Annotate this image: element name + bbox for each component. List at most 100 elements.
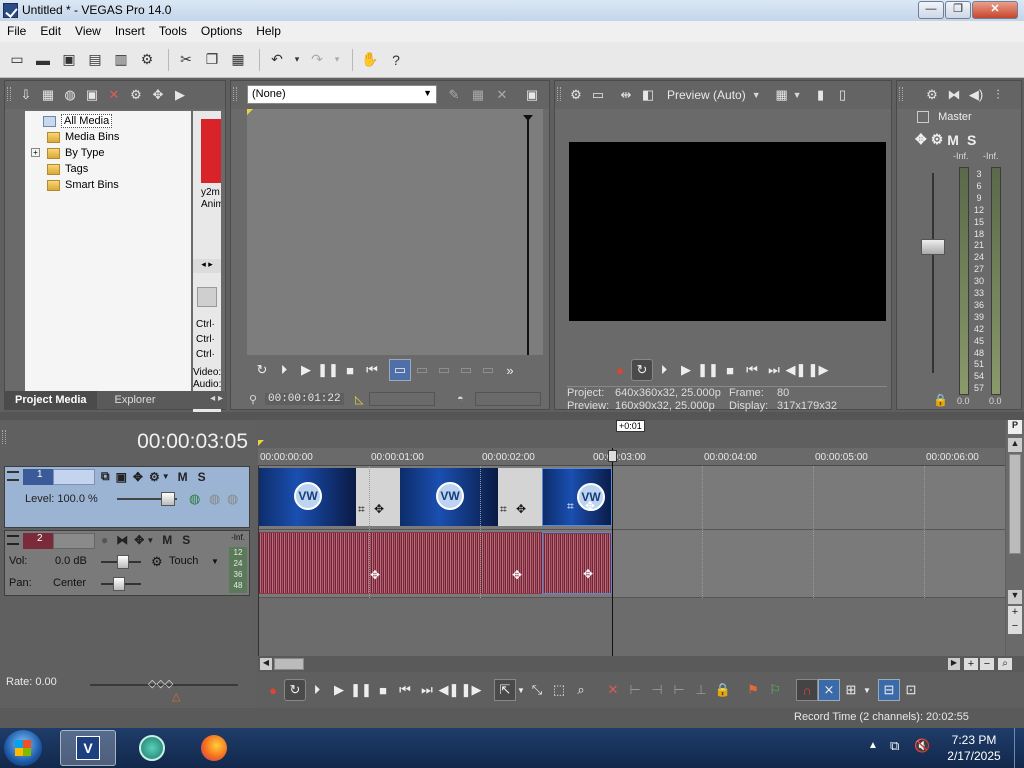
remove-media-icon[interactable]: ✕ [103, 87, 125, 103]
track-fx-icon[interactable]: ▣ [116, 470, 127, 484]
track-fx-icon[interactable]: ✥ [134, 533, 144, 547]
timeline[interactable]: 00:00:00:00 00:00:01:00 00:00:02:00 00:0… [258, 420, 1005, 656]
audio-clip[interactable]: ✥ [400, 532, 542, 594]
clip-fx-icon[interactable]: ✥ [585, 499, 595, 513]
next-frame-icon[interactable]: ❚▶ [460, 679, 482, 701]
menu-help[interactable]: Help [249, 21, 288, 42]
auto-crossfade-icon[interactable]: ⨯ [818, 679, 840, 701]
menu-file[interactable]: File [0, 21, 33, 42]
show-hidden-icons-icon[interactable]: ▲ [868, 740, 878, 751]
video-preview-display[interactable] [569, 142, 886, 321]
play-media-icon[interactable]: ▶ [169, 87, 191, 103]
preview-quality-dropdown[interactable]: Preview (Auto) [667, 88, 746, 102]
clip-fx-icon[interactable]: ✥ [583, 567, 593, 581]
track-collapse-icon[interactable] [7, 535, 19, 545]
scroll-up-icon[interactable]: ▲ [1008, 438, 1022, 452]
restore-button[interactable]: ❐ [945, 1, 971, 19]
crop-icon[interactable]: ⌗ [567, 499, 574, 514]
chevron-down-icon[interactable]: ▼ [793, 90, 802, 100]
zoom-out-horizontal-icon[interactable]: − [980, 658, 994, 670]
taskbar-vegas-pro[interactable]: V [60, 730, 116, 766]
rate-slider-handle[interactable]: ◇◇◇ [148, 677, 173, 690]
save-snapshot-icon[interactable]: ▯ [832, 87, 854, 103]
chevron-down-icon[interactable]: ▼ [516, 679, 526, 701]
trimmer-subclip-icon[interactable]: ▭ [477, 359, 499, 381]
paste-icon[interactable]: ▦ [227, 49, 249, 71]
close-button[interactable]: ✕ [972, 1, 1018, 19]
crop-icon[interactable]: ⌗ [500, 502, 507, 517]
clip-fx-icon[interactable]: ✥ [370, 568, 380, 582]
video-clip[interactable]: VW ⌗ ✥ [258, 468, 400, 526]
mixer-properties-gear-icon[interactable]: ⚙ [921, 87, 943, 103]
chevron-down-icon[interactable]: ▼ [862, 679, 872, 701]
start-button[interactable] [4, 730, 42, 766]
track-collapse-icon[interactable] [7, 471, 19, 481]
loop-playback-icon[interactable]: ↻ [284, 679, 306, 701]
whats-this-help-icon[interactable]: ? [385, 49, 407, 71]
tree-item-all-media[interactable]: All Media [43, 113, 113, 129]
loop-playback-icon[interactable]: ↻ [251, 359, 273, 381]
pane-grip[interactable] [7, 87, 11, 101]
copy-icon[interactable]: ❐ [201, 49, 223, 71]
network-icon[interactable]: ⧉ [890, 738, 899, 754]
insert-bus-icon[interactable]: ⫶ [987, 87, 1009, 103]
downmix-icon[interactable]: ⧓ [943, 87, 965, 103]
chevron-down-icon[interactable]: ▼ [146, 536, 154, 545]
menu-insert[interactable]: Insert [108, 21, 152, 42]
master-mute-button[interactable]: M [947, 132, 959, 148]
pause-icon[interactable]: ❚❚ [697, 359, 719, 381]
audio-mute-button[interactable]: M [162, 533, 172, 547]
undo-icon[interactable]: ↶ [266, 49, 288, 71]
more-chevron-icon[interactable]: » [499, 359, 521, 381]
get-media-web-icon[interactable]: ◍ [59, 87, 81, 103]
fx-bypass-icon[interactable]: ◧ [637, 87, 659, 103]
taskbar-firefox[interactable] [186, 730, 242, 766]
play-from-start-icon[interactable]: ⏵ [273, 359, 295, 381]
chevron-down-icon[interactable]: ▼ [752, 90, 761, 100]
pane-grip[interactable] [2, 430, 6, 444]
tree-item-tags[interactable]: Tags [47, 161, 88, 177]
trimmer-add-3-icon[interactable]: ▭ [455, 359, 477, 381]
import-media-icon[interactable]: ⇩ [15, 87, 37, 103]
tab-explorer[interactable]: Explorer [105, 391, 166, 409]
timeline-ruler[interactable]: 00:00:00:00 00:00:01:00 00:00:02:00 00:0… [258, 448, 1005, 466]
pane-grip[interactable] [557, 87, 561, 101]
record-icon[interactable]: ● [609, 359, 631, 381]
pane-grip[interactable] [233, 87, 237, 101]
zoom-tool-icon[interactable]: ⌕ [998, 658, 1012, 670]
pane-splitter[interactable] [0, 412, 1024, 420]
video-clip-selected[interactable]: VW ⌗ ✥ [542, 468, 612, 526]
invert-phase-icon[interactable]: ⧓ [116, 533, 128, 547]
lock-envelopes-icon[interactable]: 🔒 [712, 679, 734, 701]
audio-clip[interactable]: ✥ [258, 532, 400, 594]
record-icon[interactable]: ● [262, 679, 284, 701]
render-icon[interactable]: ▥ [110, 49, 132, 71]
crop-icon[interactable]: ⌗ [358, 502, 365, 517]
play-icon[interactable]: ▶ [675, 359, 697, 381]
save-as-icon[interactable]: ▤ [84, 49, 106, 71]
master-gear-icon[interactable]: ⚙ [931, 131, 944, 148]
vertical-scroll-thumb[interactable] [1009, 454, 1021, 554]
master-fx-icon[interactable]: ✥ [915, 131, 927, 148]
trimmer-mode-icon[interactable]: ▭ [389, 359, 411, 381]
timeline-horizontal-scrollbar[interactable]: ◀ ▶ + − ⌕ [258, 656, 1024, 672]
audio-track-lane[interactable]: ✥ ✥ ✥ [258, 530, 1005, 598]
stop-icon[interactable]: ■ [372, 679, 394, 701]
clip-fx-icon[interactable]: ✥ [516, 502, 526, 516]
tree-item-by-type[interactable]: + By Type [31, 145, 105, 161]
video-solo-button[interactable]: S [198, 470, 206, 484]
open-folder-icon[interactable]: ▬ [32, 49, 54, 71]
dim-output-icon[interactable]: ◀) [965, 87, 987, 103]
playhead[interactable] [612, 448, 613, 656]
preview-properties-gear-icon[interactable]: ⚙ [565, 87, 587, 103]
playhead-handle[interactable] [608, 450, 617, 462]
menu-view[interactable]: View [68, 21, 108, 42]
undo-history-dropdown-icon[interactable]: ▾ [292, 49, 302, 71]
tab-scroll-arrows[interactable]: ◂ ▸ [206, 391, 227, 409]
video-track-lane[interactable]: VW ⌗ ✥ VW ⌗ ✥ VW ⌗ ✥ [258, 466, 1005, 530]
get-media-icon[interactable]: ▣ [81, 87, 103, 103]
external-monitor-icon[interactable]: ▭ [587, 87, 609, 103]
loop-playback-icon[interactable]: ↻ [631, 359, 653, 381]
snapping-magnet-icon[interactable]: ∩ [796, 679, 818, 701]
save-icon[interactable]: ▣ [58, 49, 80, 71]
